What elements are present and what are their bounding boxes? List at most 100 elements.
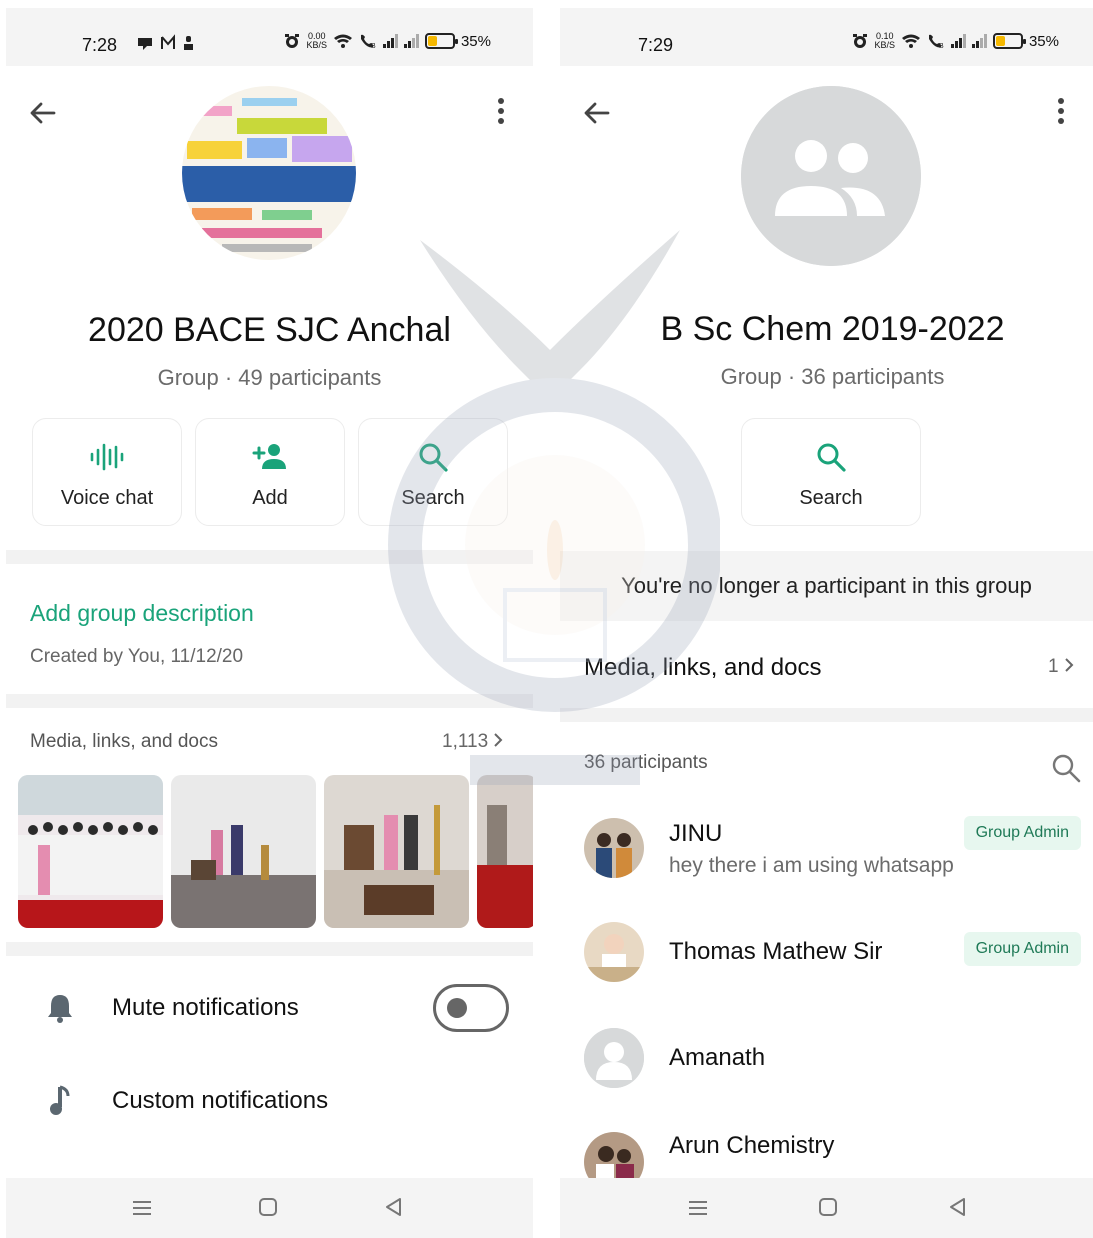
add-person-icon <box>252 444 286 469</box>
participant-row[interactable]: JINU hey there i am using whatsapp Group… <box>560 808 1093 888</box>
battery-icon <box>424 33 458 49</box>
partial-photo-image <box>477 775 533 928</box>
network-speed: 0.10 KB/S <box>874 31 895 50</box>
add-label: Add <box>252 487 288 509</box>
search-participants-icon[interactable] <box>1051 753 1081 783</box>
alarm-icon <box>853 34 868 48</box>
group-admin-badge: Group Admin <box>963 932 1081 966</box>
search-icon <box>419 443 448 472</box>
word-cloud-image <box>182 86 356 260</box>
menu-nav-icon[interactable] <box>688 1198 708 1218</box>
stage-photo-image <box>171 775 316 928</box>
avatar <box>584 1028 644 1088</box>
music-note-icon <box>50 1085 70 1115</box>
voice-chat-button[interactable]: Voice chat <box>32 418 182 526</box>
group-placeholder-icon <box>741 86 921 266</box>
search-button[interactable]: Search <box>358 418 508 526</box>
custom-notifications-label: Custom notifications <box>112 1087 329 1114</box>
battery-percent: 35% <box>460 32 491 50</box>
wifi-icon <box>901 34 920 48</box>
avatar <box>584 922 644 982</box>
section-divider <box>6 694 533 708</box>
media-thumbnails <box>18 775 533 928</box>
media-thumbnail[interactable] <box>477 775 533 928</box>
add-group-description-link[interactable]: Add group description <box>30 600 254 627</box>
section-divider <box>560 708 1093 722</box>
media-thumbnail[interactable] <box>171 775 316 928</box>
add-participant-button[interactable]: Add <box>195 418 345 526</box>
search-label: Search <box>401 487 465 509</box>
alarm-icon <box>285 34 300 48</box>
section-divider <box>6 942 533 956</box>
participant-name: Arun Chemistry <box>669 1132 835 1159</box>
right-screen: 7:29 0.10 KB/S B 35% B Sc Chem 2019-2022 … <box>560 8 1093 1238</box>
participant-status: hey there i am using whatsapp <box>669 854 954 877</box>
toggle-knob <box>447 998 467 1018</box>
mute-toggle[interactable] <box>433 984 509 1032</box>
media-count[interactable]: 1,113 <box>442 731 503 753</box>
battery-icon <box>992 33 1026 49</box>
group-participants-info: Group · 36 participants <box>720 364 945 389</box>
media-section-title[interactable]: Media, links, and docs <box>30 731 218 753</box>
signal-2-icon <box>971 34 987 48</box>
left-screen: 7:28 0.00 KB/S B 35% 2020 BACE SJC Ancha… <box>6 8 533 1238</box>
voice-chat-icon <box>90 443 124 471</box>
media-section-title[interactable]: Media, links, and docs <box>584 654 821 682</box>
default-user-icon <box>584 1028 644 1088</box>
system-icons: 0.10 KB/S B 35% <box>852 32 1059 50</box>
bell-icon <box>48 995 72 1023</box>
participant-row[interactable]: Amanath <box>560 1026 1093 1106</box>
chevron-right-icon <box>1065 658 1074 672</box>
system-nav-bar <box>6 1178 533 1238</box>
family-photo-image <box>584 818 644 878</box>
system-icons: 0.00 KB/S B 35% <box>284 32 491 50</box>
media-thumbnail[interactable] <box>324 775 469 928</box>
mute-notifications-label: Mute notifications <box>112 994 299 1021</box>
system-nav-bar <box>560 1178 1093 1238</box>
group-admin-badge: Group Admin <box>963 816 1081 850</box>
participant-name: JINU <box>669 820 723 847</box>
volte-call-icon: B <box>360 34 376 49</box>
back-nav-icon[interactable] <box>948 1197 968 1217</box>
group-avatar[interactable] <box>741 86 921 266</box>
more-options-icon[interactable] <box>491 96 511 126</box>
menu-nav-icon[interactable] <box>132 1198 152 1218</box>
battery-percent: 35% <box>1028 32 1059 50</box>
more-options-icon[interactable] <box>1051 96 1071 126</box>
group-name: B Sc Chem 2019-2022 <box>660 310 1005 348</box>
network-speed: 0.00 KB/S <box>306 31 327 50</box>
status-time: 7:28 <box>82 35 118 55</box>
media-thumbnail[interactable] <box>18 775 163 928</box>
group-avatar[interactable] <box>182 86 356 260</box>
home-nav-icon[interactable] <box>818 1197 838 1217</box>
home-nav-icon[interactable] <box>258 1197 278 1217</box>
participant-row[interactable]: Thomas Mathew Sir Group Admin <box>560 920 1093 1000</box>
volte-call-icon: B <box>928 34 944 49</box>
group-photo-image <box>18 775 163 928</box>
back-nav-icon[interactable] <box>384 1197 404 1217</box>
chevron-right-icon <box>494 733 503 747</box>
avatar <box>584 818 644 878</box>
svg-text:B: B <box>939 43 944 49</box>
wifi-icon <box>333 34 352 48</box>
created-by-text: Created by You, 11/12/20 <box>30 646 244 667</box>
status-bar: 7:29 0.10 KB/S B 35% <box>560 8 1093 66</box>
search-label: Search <box>799 487 863 509</box>
participant-name: Amanath <box>669 1044 766 1071</box>
back-arrow-icon[interactable] <box>582 98 612 128</box>
back-arrow-icon[interactable] <box>28 98 58 128</box>
custom-notifications-row[interactable]: Custom notifications <box>6 1071 533 1131</box>
notification-glyphs-icon <box>138 34 193 50</box>
section-divider <box>6 550 533 564</box>
voice-chat-label: Voice chat <box>60 487 154 509</box>
search-button[interactable]: Search <box>741 418 921 526</box>
group-name: 2020 BACE SJC Anchal <box>88 311 451 349</box>
status-bar: 7:28 0.00 KB/S B 35% <box>6 8 533 66</box>
svg-text:B: B <box>371 43 376 49</box>
media-count[interactable]: 1 <box>1048 656 1074 678</box>
signal-1-icon <box>382 34 398 48</box>
status-time: 7:29 <box>638 35 674 55</box>
signal-1-icon <box>950 34 966 48</box>
mute-notifications-row[interactable]: Mute notifications <box>6 978 533 1038</box>
participants-count-header: 36 participants <box>584 752 708 773</box>
